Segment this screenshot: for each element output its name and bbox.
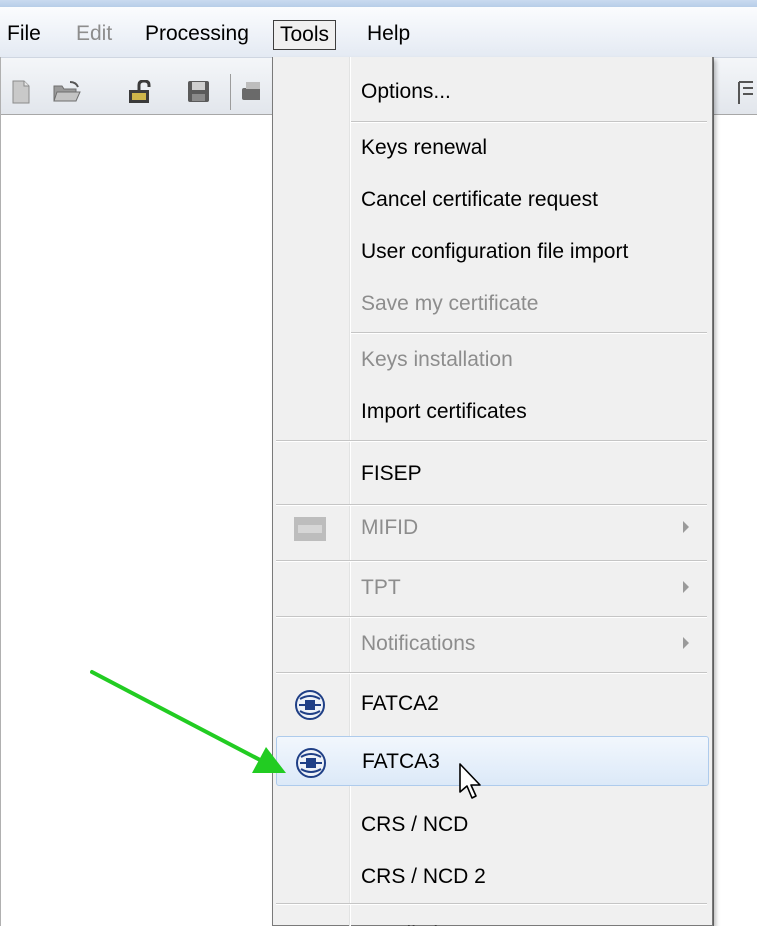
menu-item-label: Installation requests [361,910,548,926]
menu-item-label: Import certificates [361,400,527,423]
menu-help[interactable]: Help [360,20,417,50]
menu-item-label: Keys installation [361,348,513,371]
menu-separator [351,332,707,334]
menu-item-label: Notifications [361,632,476,655]
panel-divider [713,57,714,926]
menu-separator [276,903,707,905]
toolbar-separator [230,74,231,110]
menu-edit[interactable]: Edit [69,20,119,50]
menu-item-label: FISEP [361,462,422,485]
save-icon[interactable] [187,80,211,104]
menu-bar: File Edit Processing Tools Help [0,7,757,58]
menu-item-label: Save my certificate [361,292,539,315]
menu-item-label: TPT [361,576,401,599]
menu-item-save-my-certificate[interactable]: Save my certificate [276,279,709,329]
submenu-arrow-icon [683,521,689,533]
mifid-icon [294,517,326,541]
new-document-icon[interactable] [10,80,32,104]
menu-item-import-certificates[interactable]: Import certificates [276,387,709,437]
menu-item-notifications[interactable]: Notifications [276,619,709,669]
menu-item-fisep[interactable]: FISEP [276,449,709,499]
tools-dropdown-menu: Options... Keys renewal Cancel certifica… [272,57,713,926]
menu-item-label: FATCA3 [362,750,440,773]
menu-item-label: CRS / NCD [361,813,469,836]
menu-separator [276,616,707,618]
menu-item-label: FATCA2 [361,692,439,715]
menu-item-cancel-certificate-request[interactable]: Cancel certificate request [276,175,709,225]
menu-file[interactable]: File [0,20,48,50]
menu-separator [276,560,707,562]
menu-processing[interactable]: Processing [138,20,256,50]
menu-item-crs-ncd-2[interactable]: CRS / NCD 2 [276,852,709,902]
menu-item-mifid[interactable]: MIFID [276,503,709,553]
menu-item-label: Keys renewal [361,136,488,159]
unlock-icon[interactable] [127,80,153,104]
list-icon[interactable] [735,78,757,108]
mouse-cursor-icon [459,763,481,799]
menu-item-label: Options... [361,80,451,103]
menu-item-label: Cancel certificate request [361,188,598,211]
menu-tools[interactable]: Tools [273,20,337,50]
open-folder-icon[interactable] [52,80,82,104]
menu-item-label: User configuration file import [361,240,629,263]
annotation-arrow [90,670,286,773]
menu-item-label: CRS / NCD 2 [361,865,486,888]
menu-item-installation-requests[interactable]: Installation requests [276,906,709,926]
print-icon[interactable] [240,80,260,104]
menu-item-label: MIFID [361,516,419,539]
menu-item-keys-renewal[interactable]: Keys renewal [276,123,709,173]
left-border [0,57,1,926]
menu-item-crs-ncd[interactable]: CRS / NCD [276,800,709,850]
submenu-arrow-icon [683,581,689,593]
menu-item-options[interactable]: Options... [276,67,709,117]
window-title-bar [0,0,757,7]
menu-item-user-configuration-file-import[interactable]: User configuration file import [276,227,709,277]
menu-item-fatca3[interactable]: FATCA3 [276,736,709,786]
menu-item-tpt[interactable]: TPT [276,563,709,613]
submenu-arrow-icon [683,637,689,649]
menu-item-fatca2[interactable]: FATCA2 [276,679,709,729]
menu-item-keys-installation[interactable]: Keys installation [276,335,709,385]
menu-separator [276,440,707,442]
menu-separator [276,672,707,674]
